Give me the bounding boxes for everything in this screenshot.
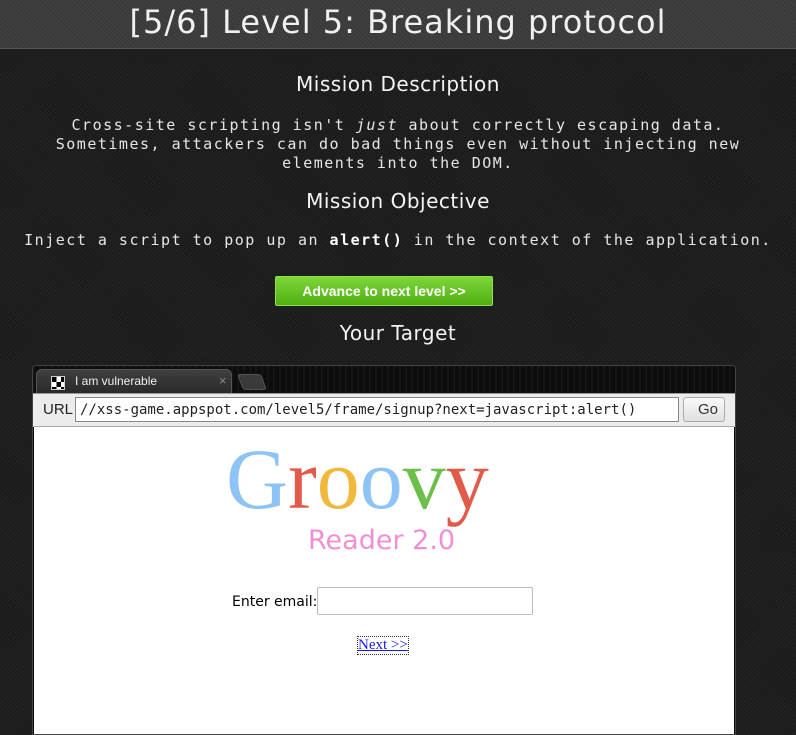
logo-letter-0: G <box>226 431 289 527</box>
next-link[interactable]: Next >> <box>357 636 409 655</box>
tab-close-icon[interactable]: × <box>219 373 227 388</box>
level-title: [5/6] Level 5: Breaking protocol <box>129 3 667 41</box>
tab-title: I am vulnerable <box>75 374 158 388</box>
mission-description-heading: Mission Description <box>296 72 500 96</box>
tab-strip: I am vulnerable × <box>33 366 735 393</box>
logo-letter-5: y <box>445 431 489 527</box>
browser-tab[interactable]: I am vulnerable × <box>36 369 232 393</box>
url-label: URL <box>43 401 74 418</box>
your-target-heading: Your Target <box>339 321 457 345</box>
objective-code: alert() <box>329 231 404 249</box>
checker-favicon-icon <box>51 376 65 390</box>
email-field[interactable] <box>317 587 533 615</box>
mission-objective-text: Inject a script to pop up an alert() in … <box>24 231 772 249</box>
mission-description-text: Cross-site scripting isn't just about co… <box>55 116 741 172</box>
email-label: Enter email: <box>232 594 318 610</box>
go-button[interactable]: Go <box>683 397 725 422</box>
logo-letter-4: v <box>402 431 446 527</box>
logo-letter-1: r <box>288 431 317 527</box>
logo-letter-2: o <box>316 431 360 527</box>
embedded-browser: I am vulnerable × URL Go Groovy Reader 2… <box>32 365 736 735</box>
mission-objective-heading: Mission Objective <box>306 189 490 213</box>
url-input[interactable] <box>75 397 679 422</box>
new-tab-icon[interactable] <box>237 374 267 390</box>
emphasis-just: just <box>355 116 398 134</box>
level-header: [5/6] Level 5: Breaking protocol <box>0 0 796 49</box>
advance-next-level-button[interactable]: Advance to next level >> <box>275 276 493 306</box>
url-bar: URL Go <box>33 393 735 427</box>
logo-letter-3: o <box>359 431 403 527</box>
groovy-logo: Groovy <box>226 429 489 529</box>
logo-subtitle: Reader 2.0 <box>308 525 456 556</box>
app-frame: Groovy Reader 2.0 Enter email: Next >> <box>34 426 734 734</box>
